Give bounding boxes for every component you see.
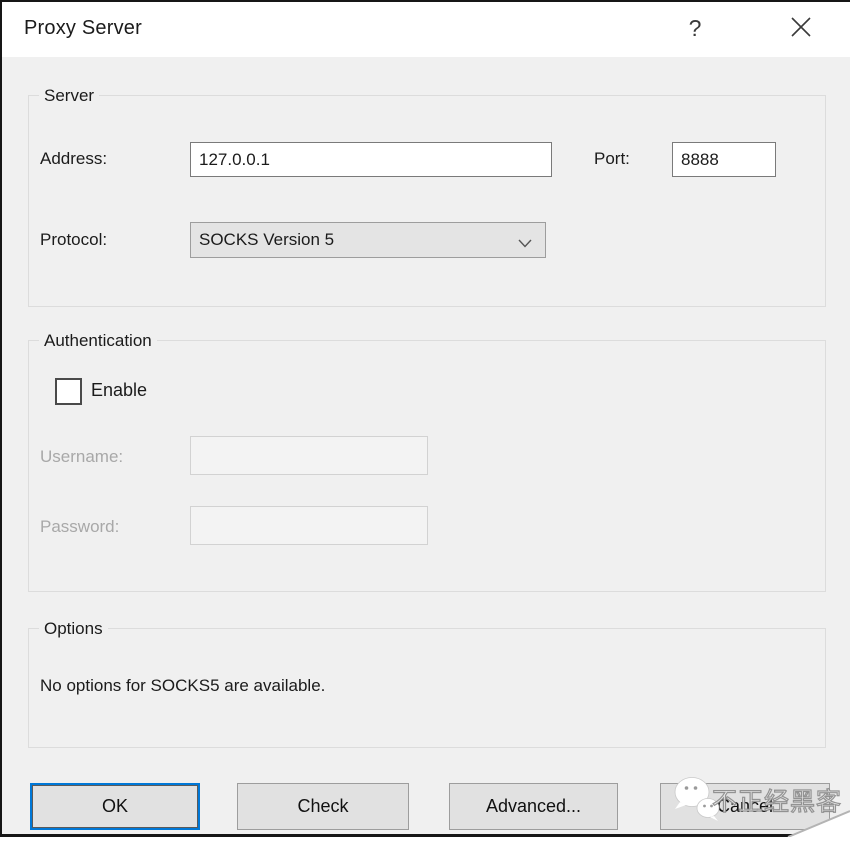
cancel-button[interactable]: Cancel	[660, 783, 830, 830]
protocol-label: Protocol:	[40, 228, 107, 252]
options-message: No options for SOCKS5 are available.	[40, 676, 325, 696]
address-label: Address:	[40, 147, 107, 171]
help-icon: ?	[689, 15, 702, 42]
options-group-legend: Options	[39, 619, 108, 639]
enable-auth-label: Enable	[91, 380, 147, 401]
server-group: Server	[28, 95, 826, 307]
window-top-border	[0, 0, 850, 2]
close-button[interactable]	[770, 0, 832, 57]
check-button[interactable]: Check	[237, 783, 409, 830]
authentication-group-legend: Authentication	[39, 331, 157, 351]
address-input[interactable]	[190, 142, 552, 177]
username-input	[190, 436, 428, 475]
protocol-selected-value: SOCKS Version 5	[191, 230, 334, 250]
dialog-title: Proxy Server	[24, 17, 142, 40]
password-input	[190, 506, 428, 545]
proxy-server-dialog: Proxy Server ? Server Address: Port: Pro…	[0, 0, 850, 837]
advanced-button[interactable]: Advanced...	[449, 783, 618, 830]
window-left-border	[0, 0, 2, 837]
protocol-dropdown[interactable]: SOCKS Version 5	[190, 222, 546, 258]
help-button[interactable]: ?	[666, 0, 724, 57]
ok-button[interactable]: OK	[30, 783, 200, 830]
password-label: Password:	[40, 515, 119, 539]
port-input[interactable]	[672, 142, 776, 177]
port-label: Port:	[594, 147, 630, 171]
chevron-down-icon	[518, 235, 532, 253]
enable-auth-checkbox[interactable]	[55, 378, 82, 405]
server-group-legend: Server	[39, 86, 99, 106]
username-label: Username:	[40, 445, 123, 469]
close-icon	[790, 16, 812, 41]
